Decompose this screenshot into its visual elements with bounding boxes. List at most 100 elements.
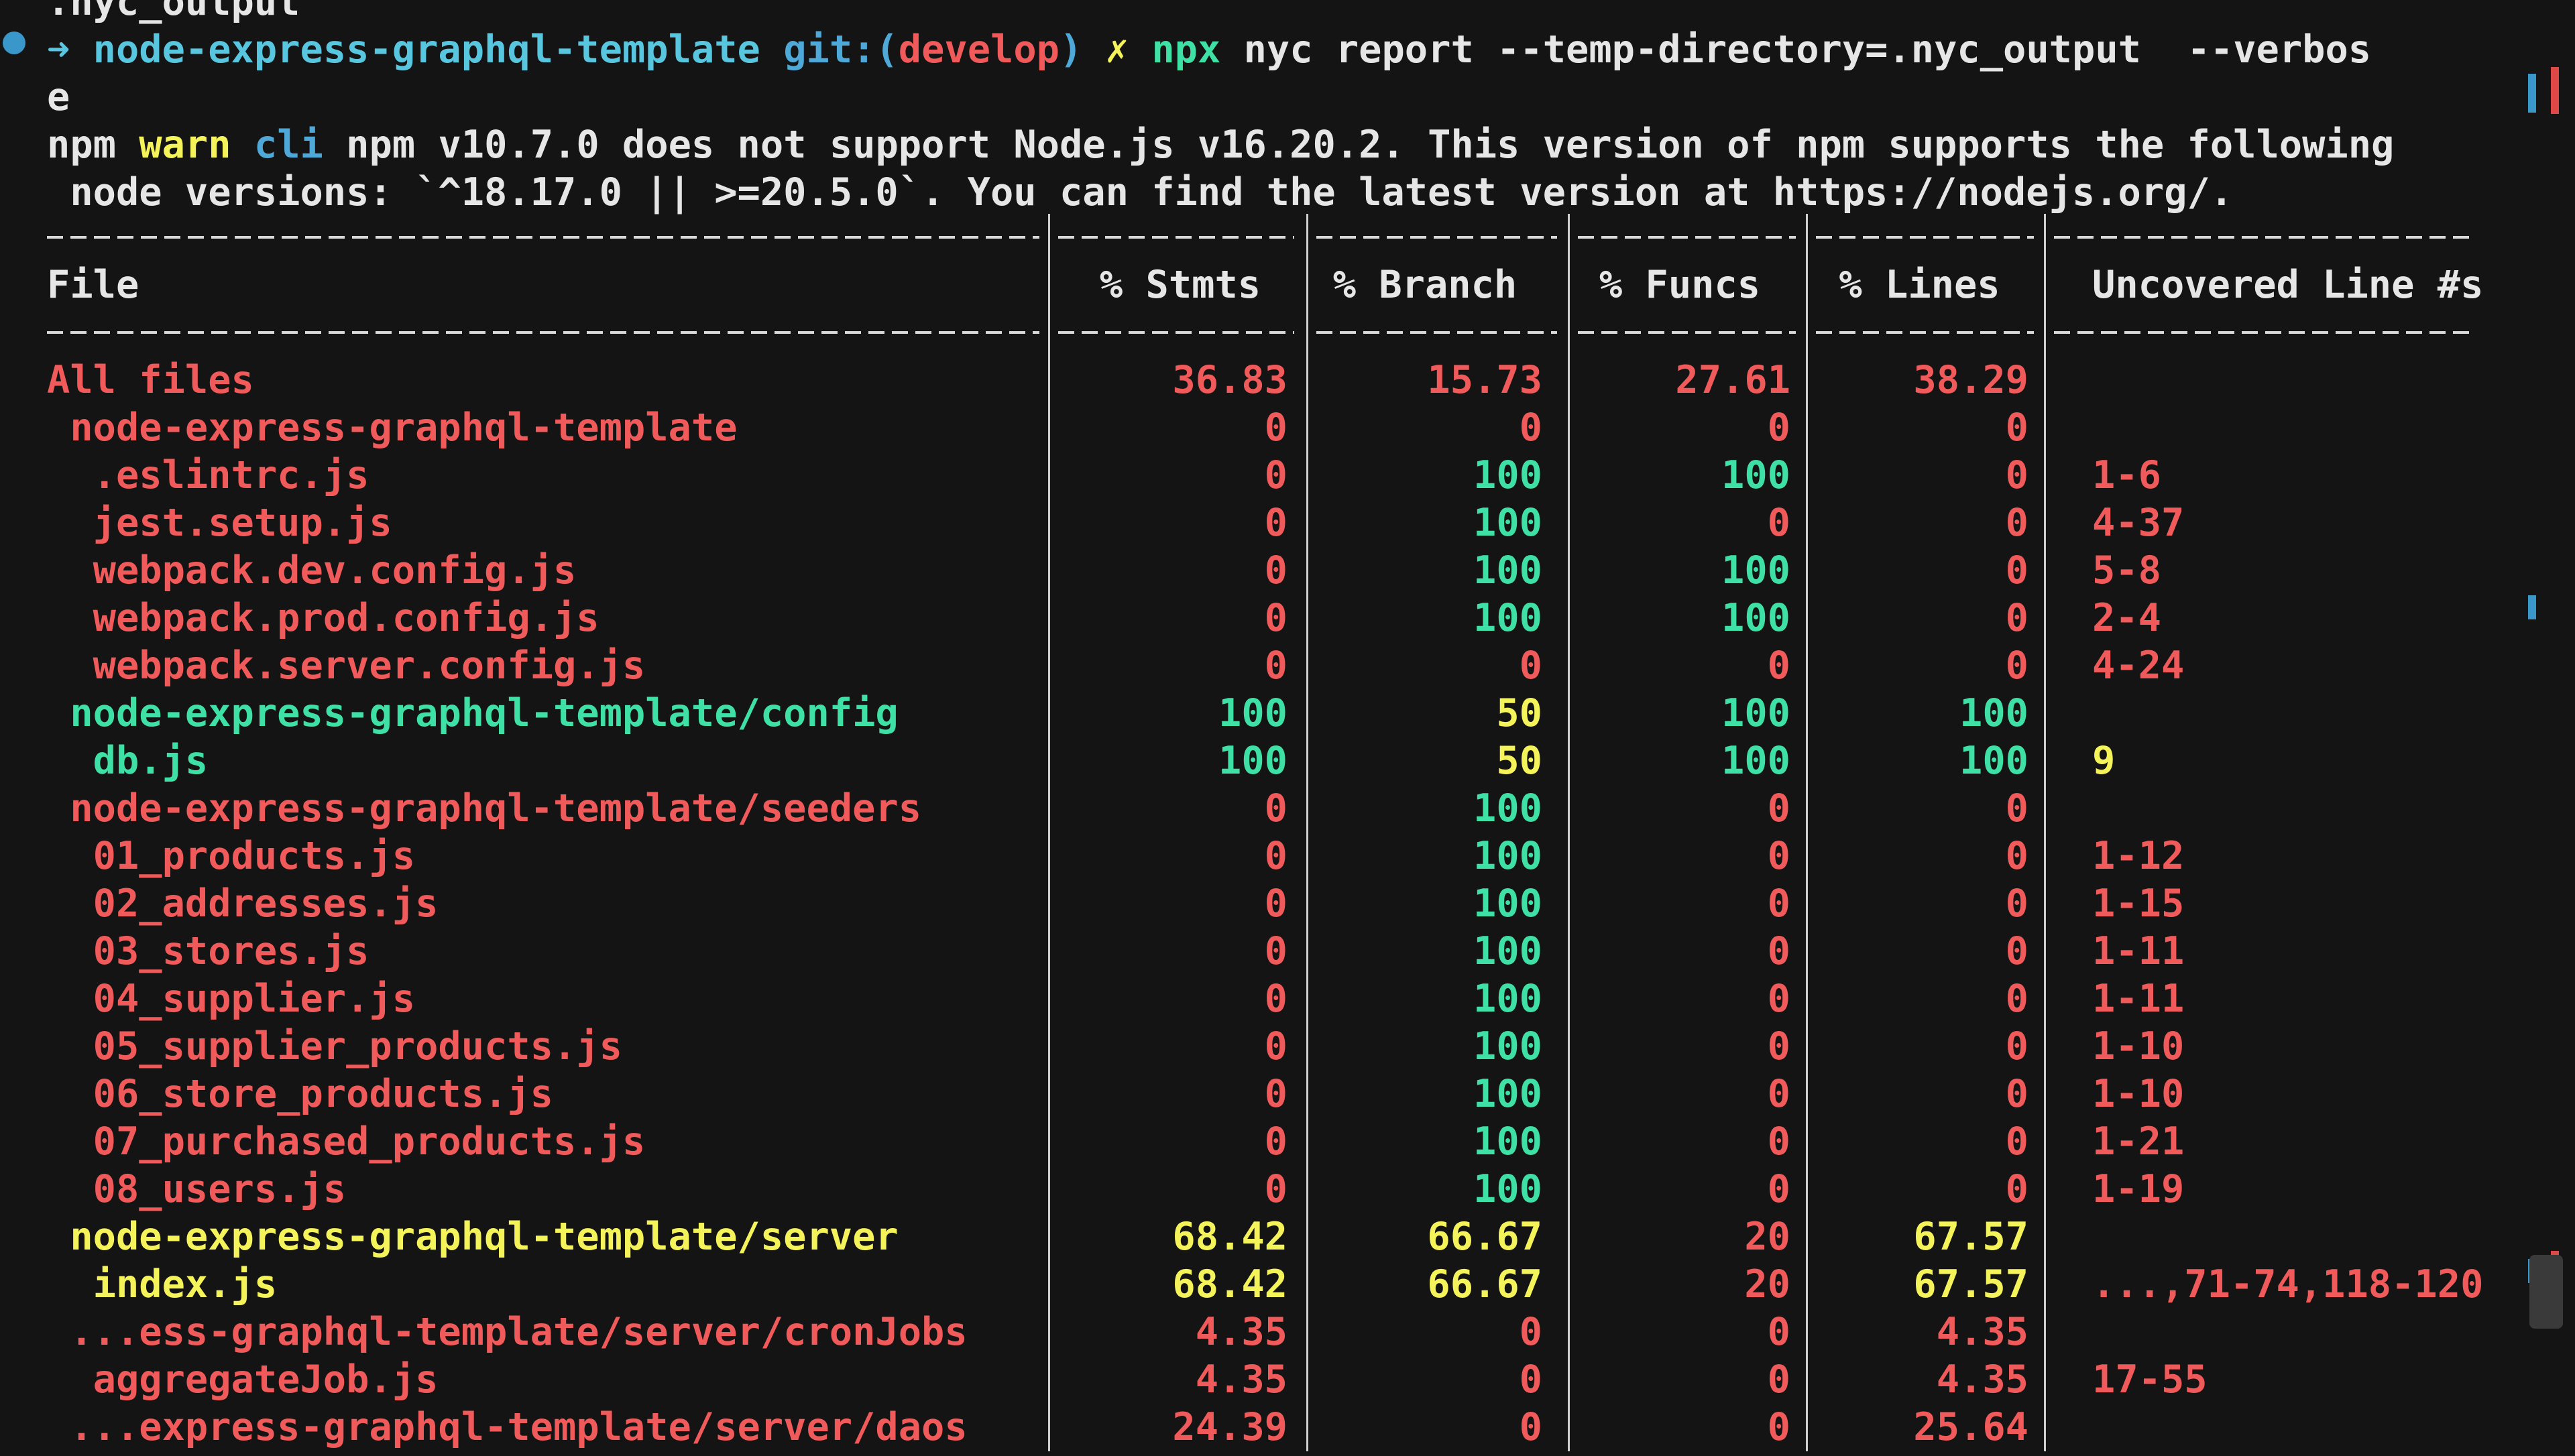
- table-header-row: File % Stmts % Branch % Funcs % Lines Uncover…: [47, 261, 2481, 309]
- cell-funcs: 0: [1767, 786, 1790, 831]
- cell-lines: 0: [2005, 596, 2028, 640]
- cell-funcs: 20: [1744, 1215, 1790, 1259]
- header-funcs: % Funcs: [1599, 263, 1761, 307]
- column-separator: [1048, 1071, 1050, 1118]
- cell-funcs: 0: [1767, 882, 1790, 926]
- column-separator: [2044, 785, 2046, 833]
- column-separator: [1048, 1166, 1050, 1213]
- column-separator: [1568, 1356, 1570, 1404]
- column-separator: [2044, 1404, 2046, 1451]
- table-row: aggregateJob.js 4.35 0 0 4.35 17-55: [47, 1356, 2474, 1404]
- column-separator: [2044, 595, 2046, 642]
- column-separator: [1568, 261, 1570, 309]
- cell-funcs: 0: [1767, 1167, 1790, 1211]
- column-separator: [1568, 214, 1570, 261]
- column-separator: [1048, 1118, 1050, 1166]
- column-separator: [1806, 928, 1808, 975]
- column-separator: [1806, 1404, 1808, 1451]
- cell-uncovered: 17-55: [2092, 1357, 2208, 1402]
- header-stmts: % Stmts: [1099, 263, 1261, 307]
- column-separator: [1306, 1261, 1308, 1309]
- table-row: All files 36.83 15.73 27.61 38.29: [47, 357, 2474, 404]
- column-separator: [1806, 452, 1808, 499]
- cell-uncovered: 1-21: [2092, 1119, 2185, 1164]
- cell-branch: 100: [1473, 548, 1542, 593]
- cell-branch: 50: [1496, 739, 1542, 783]
- command-prompt-line: ➜ node-express-graphql-template git:(dev…: [47, 26, 2528, 74]
- cell-funcs: 0: [1767, 1119, 1790, 1164]
- warning-warn: warn: [139, 123, 231, 167]
- cell-branch: 100: [1473, 882, 1542, 926]
- column-separator: [1806, 737, 1808, 785]
- previous-output-line: .nyc_output: [47, 0, 2528, 26]
- cell-stmts: 0: [1264, 1167, 1288, 1211]
- cell-file: aggregateJob.js: [47, 1357, 439, 1402]
- cell-file: 04_supplier.js: [47, 977, 416, 1021]
- dash-segment: [47, 236, 1039, 239]
- cell-file: 05_supplier_products.js: [47, 1024, 622, 1069]
- dash-segment: [47, 331, 1039, 334]
- table-row: 02_addresses.js 0 100 0 0 1-15: [47, 880, 2474, 928]
- column-separator: [2044, 309, 2046, 357]
- cell-funcs: 0: [1767, 406, 1790, 450]
- cell-branch: 100: [1473, 1024, 1542, 1069]
- cell-lines: 0: [2005, 406, 2028, 450]
- dash-segment: [1058, 331, 1294, 334]
- column-separator: [1306, 833, 1308, 880]
- cell-branch: 50: [1496, 691, 1542, 735]
- column-separator: [1048, 880, 1050, 928]
- cell-stmts: 100: [1218, 739, 1288, 783]
- cell-stmts: 0: [1264, 1119, 1288, 1164]
- npm-warning-line-1: npm warn cli npm v10.7.0 does not suppor…: [47, 121, 2528, 169]
- column-separator: [1568, 928, 1570, 975]
- cell-uncovered: 1-6: [2092, 453, 2161, 497]
- cell-stmts: 0: [1264, 644, 1288, 688]
- column-separator: [1048, 642, 1050, 690]
- column-separator: [1048, 547, 1050, 595]
- cell-branch: 0: [1519, 1310, 1542, 1354]
- cell-file: webpack.prod.config.js: [47, 596, 599, 640]
- previous-output-text: .nyc_output: [47, 0, 300, 24]
- cell-branch: 66.67: [1427, 1215, 1542, 1259]
- cell-uncovered: [2092, 404, 2481, 452]
- column-separator: [1048, 404, 1050, 452]
- column-separator: [2044, 642, 2046, 690]
- cell-branch: 0: [1519, 1405, 1542, 1449]
- cell-file: 07_purchased_products.js: [47, 1119, 646, 1164]
- column-separator: [2044, 1118, 2046, 1166]
- cell-file: node-express-graphql-template: [47, 406, 738, 450]
- cell-stmts: 100: [1218, 691, 1288, 735]
- cell-lines: 0: [2005, 1167, 2028, 1211]
- cell-stmts: 68.42: [1172, 1215, 1288, 1259]
- cell-file: 08_users.js: [47, 1167, 347, 1211]
- column-separator: [1806, 785, 1808, 833]
- column-separator: [1048, 595, 1050, 642]
- column-separator: [1568, 1309, 1570, 1356]
- cell-branch: 100: [1473, 1119, 1542, 1164]
- column-separator: [1568, 357, 1570, 404]
- scroll-marker: [2528, 74, 2536, 113]
- table-row: node-express-graphql-template 0 0 0 0: [47, 404, 2474, 452]
- cell-file: 01_products.js: [47, 834, 416, 878]
- column-separator: [1568, 880, 1570, 928]
- scrollbar-thumb[interactable]: [2529, 1255, 2563, 1329]
- cell-uncovered: 1-12: [2092, 834, 2185, 878]
- column-separator: [2044, 737, 2046, 785]
- cell-stmts: 0: [1264, 1024, 1288, 1069]
- cell-lines: 0: [2005, 786, 2028, 831]
- header-lines: % Lines: [1839, 263, 2000, 307]
- table-row: 06_store_products.js 0 100 0 0 1-10: [47, 1071, 2474, 1118]
- column-separator: [2044, 833, 2046, 880]
- cell-branch: 15.73: [1427, 358, 1542, 402]
- column-separator: [1306, 499, 1308, 547]
- warning-npm: npm: [47, 123, 116, 167]
- cell-branch: 100: [1473, 929, 1542, 973]
- cell-uncovered: 1-11: [2092, 929, 2185, 973]
- column-separator: [1306, 1071, 1308, 1118]
- column-separator: [2044, 214, 2046, 261]
- column-separator: [1568, 452, 1570, 499]
- cell-lines: 0: [2005, 977, 2028, 1021]
- terminal-window[interactable]: .nyc_output ➜ node-express-graphql-templ…: [0, 0, 2575, 1456]
- cell-stmts: 0: [1264, 406, 1288, 450]
- cell-funcs: 0: [1767, 1024, 1790, 1069]
